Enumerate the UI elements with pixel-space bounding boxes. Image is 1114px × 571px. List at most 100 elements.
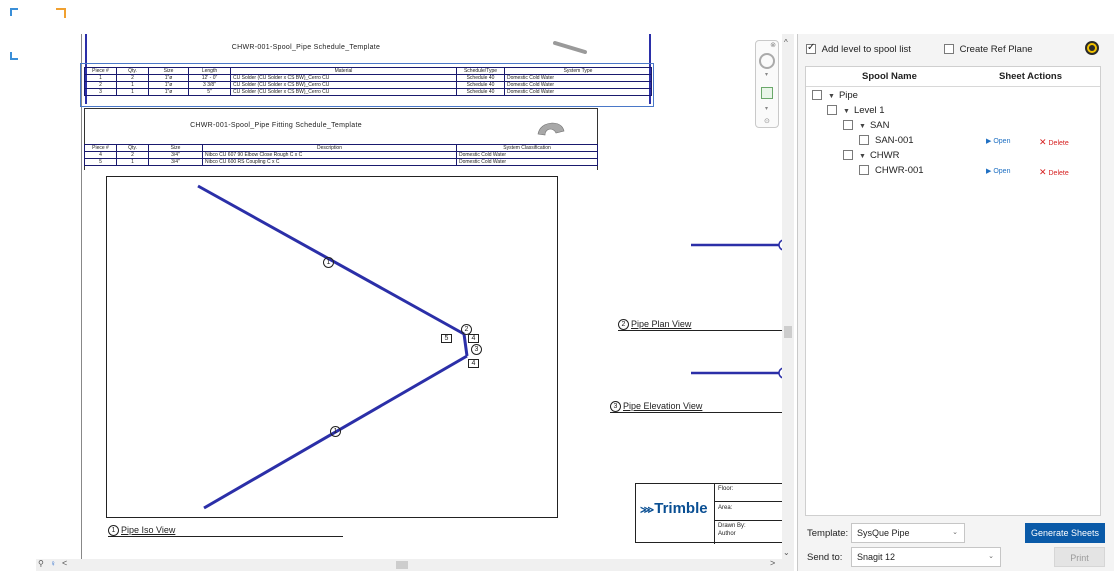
view-title: Pipe Iso View <box>121 525 176 535</box>
title-block-divider <box>714 501 788 502</box>
options-icon[interactable]: ⊙ <box>764 117 770 125</box>
drawn-by-label: Drawn By: <box>718 523 746 529</box>
trimble-logo-icon: ⋙ <box>640 505 655 516</box>
title-block-divider <box>714 520 788 521</box>
elevation-view-pipe <box>691 367 788 379</box>
template-value: SysQue Pipe <box>857 528 910 538</box>
title-block: ⋙Trimble Floor: Area: Drawn By: Author <box>635 483 788 544</box>
checkbox[interactable] <box>812 90 822 101</box>
scroll-thumb[interactable] <box>396 561 408 569</box>
delete-sheet-link[interactable]: ✕ Delete <box>1039 137 1069 148</box>
zoom-region-icon[interactable] <box>761 87 773 99</box>
checkbox[interactable] <box>806 42 816 55</box>
close-icon[interactable]: ⊗ <box>770 41 776 49</box>
tree-label: CHWR-001 <box>875 165 924 176</box>
corner-marker <box>10 8 18 16</box>
floor-label: Floor: <box>718 486 734 492</box>
open-icon: ▶ <box>986 168 992 175</box>
scroll-right-arrow-icon[interactable]: > <box>770 558 775 568</box>
gear-hub <box>1089 45 1095 51</box>
steering-wheel-icon[interactable] <box>759 53 775 69</box>
tree-item-chwr[interactable]: ▼ CHWR <box>843 149 900 163</box>
expand-caret-icon[interactable]: ▼ <box>859 150 866 164</box>
open-sheet-link[interactable]: ▶ Open <box>986 137 1010 145</box>
view-title: Pipe Plan View <box>631 319 692 329</box>
tree-item-pipe[interactable]: ▼ Pipe <box>812 89 858 103</box>
checkbox[interactable] <box>843 120 853 131</box>
view-control-icon[interactable]: ⚲ <box>38 559 44 568</box>
checkbox[interactable] <box>859 165 869 176</box>
ref-plane-label: Create Ref Plane <box>959 44 1033 55</box>
view-number: 2 <box>618 319 629 331</box>
generate-sheets-button[interactable]: Generate Sheets <box>1025 523 1105 543</box>
horizontal-scrollbar[interactable]: ⚲ ♀ < > <box>36 558 782 571</box>
delete-label: Delete <box>1048 170 1069 177</box>
scroll-down-arrow-icon[interactable]: ⌄ <box>783 548 790 557</box>
corner-marker <box>10 52 18 60</box>
ref-plane-checkbox[interactable]: Create Ref Plane <box>944 44 1033 55</box>
corner-marker <box>56 8 66 18</box>
view-title: Pipe Elevation View <box>623 401 703 411</box>
tree-item-san[interactable]: ▼ SAN <box>843 119 889 133</box>
open-label: Open <box>993 138 1011 145</box>
print-button[interactable]: Print <box>1054 547 1105 567</box>
template-label: Template: <box>807 528 849 539</box>
checkbox[interactable] <box>944 44 954 55</box>
tree-item-san-001[interactable]: SAN-001 <box>859 134 914 148</box>
sendto-label: Send to: <box>807 552 843 563</box>
delete-x-icon: ✕ <box>1039 137 1047 147</box>
col-sheet-actions[interactable]: Sheet Actions <box>999 71 1062 82</box>
col-spool-name[interactable]: Spool Name <box>862 71 917 82</box>
delete-label: Delete <box>1048 140 1069 147</box>
list-header: Spool Name Sheet Actions <box>806 67 1100 87</box>
chevron-down-icon: ⌄ <box>952 529 958 536</box>
tree-label: SAN-001 <box>875 135 914 146</box>
chevron-down-icon: ⌄ <box>988 553 994 560</box>
expand-caret-icon[interactable]: ▼ <box>859 120 866 134</box>
expand-caret-icon[interactable]: ▼ <box>843 105 850 119</box>
add-level-checkbox[interactable]: Add level to spool list <box>806 42 911 55</box>
sendto-select[interactable]: Snagit 12 ⌄ <box>851 547 1001 567</box>
nav-dropdown-icon[interactable]: ▾ <box>765 71 768 78</box>
trimble-logo: ⋙Trimble <box>640 500 714 526</box>
plan-view-pipe <box>691 239 788 251</box>
sendto-value: Snagit 12 <box>857 552 896 562</box>
spool-panel: Add level to spool list Create Ref Plane… <box>797 34 1114 571</box>
iso-view-drawing <box>197 184 469 510</box>
iso-view-label[interactable]: 1 Pipe Iso View <box>108 525 343 538</box>
drawn-by-value: Author <box>718 531 736 537</box>
scroll-thumb[interactable] <box>784 326 792 338</box>
piece-tag-1: 1 <box>330 426 341 437</box>
open-label: Open <box>993 168 1011 175</box>
piece-tag-5: 5 <box>441 334 452 343</box>
pin-icon[interactable]: ♀ <box>50 559 56 568</box>
checkbox[interactable] <box>843 150 853 161</box>
view-number: 3 <box>610 401 621 413</box>
drawing-viewport[interactable]: CHWR-001-Spool_Pipe Schedule_Template Pi… <box>36 34 788 559</box>
tree-item-level-1[interactable]: ▼ Level 1 <box>827 104 885 118</box>
delete-sheet-link[interactable]: ✕ Delete <box>1039 167 1069 178</box>
open-sheet-link[interactable]: ▶ Open <box>986 167 1010 175</box>
title-block-divider <box>714 484 715 544</box>
vertical-scrollbar[interactable]: ^ ⌄ <box>782 34 794 571</box>
scroll-up-arrow-icon[interactable]: ^ <box>784 38 788 47</box>
open-icon: ▶ <box>986 138 992 145</box>
delete-x-icon: ✕ <box>1039 167 1047 177</box>
template-select[interactable]: SysQue Pipe ⌄ <box>851 523 965 543</box>
tree-label: Pipe <box>838 90 858 101</box>
add-level-label: Add level to spool list <box>821 44 911 55</box>
navigation-bar[interactable]: ⊗ ▾ ▾ ⊙ <box>755 40 779 128</box>
expand-caret-icon[interactable]: ▼ <box>828 90 835 104</box>
plan-view-label[interactable]: 2 Pipe Plan View <box>618 319 788 332</box>
scroll-left-arrow-icon[interactable]: < <box>62 558 67 568</box>
piece-tag-4: 4 <box>468 359 479 368</box>
nav-dropdown-icon[interactable]: ▾ <box>765 105 768 112</box>
spool-list[interactable]: Spool Name Sheet Actions ▼ Pipe ▼ Level 1 … <box>805 66 1101 516</box>
tree-item-chwr-001[interactable]: CHWR-001 <box>859 164 924 178</box>
checkbox[interactable] <box>827 105 837 116</box>
area-label: Area: <box>718 505 733 511</box>
elevation-view-label[interactable]: 3 Pipe Elevation View <box>610 401 788 414</box>
tree-label: CHWR <box>869 150 900 161</box>
settings-gear-icon[interactable] <box>1085 41 1099 55</box>
checkbox[interactable] <box>859 135 869 146</box>
